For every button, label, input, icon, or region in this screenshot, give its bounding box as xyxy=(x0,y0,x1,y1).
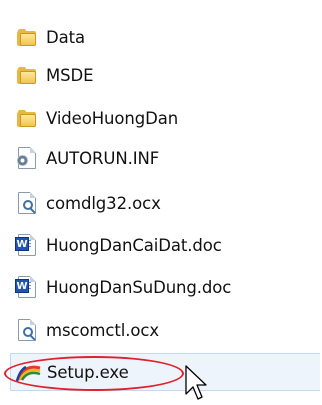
item-label: comdlg32.ocx xyxy=(46,193,161,213)
list-item-huongdancaidat-doc[interactable]: W HuongDanCaiDat.doc xyxy=(10,230,320,260)
item-label: HuongDanCaiDat.doc xyxy=(46,235,222,255)
activex-control-icon xyxy=(15,318,39,342)
item-label: MSDE xyxy=(46,65,94,85)
list-item-autorun-inf[interactable]: AUTORUN.INF xyxy=(10,143,320,173)
activex-control-icon xyxy=(15,191,39,215)
folder-icon xyxy=(15,25,39,49)
mouse-pointer-icon xyxy=(185,365,207,400)
folder-icon xyxy=(15,106,39,130)
file-list: Data MSDE VideoHuongDan AUTORUN.INF comd… xyxy=(0,0,322,405)
word-document-icon: W xyxy=(15,233,39,257)
word-document-icon: W xyxy=(15,275,39,299)
list-item-data-folder[interactable]: Data xyxy=(10,22,320,52)
folder-icon xyxy=(15,63,39,87)
list-item-huongdansudung-doc[interactable]: W HuongDanSuDung.doc xyxy=(10,272,320,302)
settings-file-icon xyxy=(15,146,39,170)
list-item-setup-exe[interactable]: Setup.exe xyxy=(10,353,320,391)
item-label: Setup.exe xyxy=(47,362,129,382)
list-item-mscomctl-ocx[interactable]: mscomctl.ocx xyxy=(10,315,320,345)
item-label: AUTORUN.INF xyxy=(46,148,160,168)
item-label: mscomctl.ocx xyxy=(46,320,160,340)
item-label: Data xyxy=(46,27,85,47)
setup-icon xyxy=(16,360,41,384)
list-item-msde-folder[interactable]: MSDE xyxy=(10,60,320,90)
item-label: HuongDanSuDung.doc xyxy=(46,277,232,297)
item-label: VideoHuongDan xyxy=(46,108,179,128)
list-item-videohuongdan-folder[interactable]: VideoHuongDan xyxy=(10,103,320,133)
list-item-comdlg32-ocx[interactable]: comdlg32.ocx xyxy=(10,188,320,218)
